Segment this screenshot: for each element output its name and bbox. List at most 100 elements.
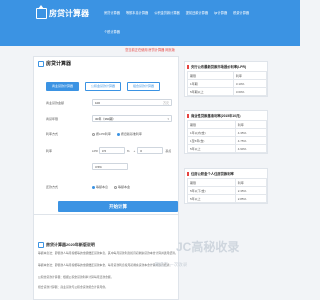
table-cell: 3.60% — [232, 87, 268, 96]
table-row: 1年以内(含) 4.35% — [187, 128, 268, 137]
table-row: 期限 利率 — [187, 120, 268, 129]
table-cell: 2.35% — [234, 186, 268, 195]
lpr-box: 央行公布最新贷款市场报价利率(LPR) 期限 利率 1年期 3.10% 5年期以上 3… — [184, 61, 268, 97]
row-rate: 利率 LPR 3.5 % + 0 基点 — [46, 147, 171, 154]
nav-item-3[interactable]: 公积金贷款计算器 — [154, 10, 180, 15]
table-row: 1至5年(含) 4.75% — [187, 136, 268, 145]
table-cell: 1年以内(含) — [187, 128, 236, 137]
watermark-slogan: 一键提交 一次收录 — [150, 262, 188, 267]
base-rate-table: 期限 利率 1年以内(含) 4.35% 1至5年(含) 4.75% 5年以上 4.90% — [187, 120, 268, 153]
table-cell: 利率 — [232, 71, 268, 80]
calculator-icon — [38, 242, 44, 248]
lpr-unit: % — [126, 148, 130, 153]
table-row: 5年以上 2.85% — [187, 194, 268, 203]
table-cell: 5年以上 — [187, 144, 236, 153]
term-value: 30年（360期） — [95, 117, 116, 121]
amount-label: 商业贷款金额 — [46, 100, 65, 105]
table-row: 5年以下(含) 2.35% — [187, 186, 268, 195]
table-row: 期限 利率 — [187, 71, 268, 80]
table-cell: 1至5年(含) — [187, 136, 236, 145]
base-rate-box: 商业性贷款基准利率(2015年10月) 期限 利率 1年以内(含) 4.35% 1至… — [184, 110, 268, 154]
info-paragraph: 等额本息法：即借款人每月按相等的金额偿还贷款本息，其中每月贷款利息按月初剩余贷款… — [38, 251, 178, 255]
radio-old-rate-label: 按旧版基准利率 — [120, 132, 142, 136]
calculator-icon — [38, 60, 44, 67]
tab-combined[interactable]: 组合贷款计算器 — [127, 82, 161, 91]
top-nav: 房贷计算器 等额本息计算器 公积金贷款计算器 提前还款计算器 lpr计算器 税费… — [104, 10, 249, 15]
radio-lpr-label: 按LPR利率 — [96, 132, 111, 136]
provident-rate-title-text: 住房公积金个人住房贷款利率 — [191, 172, 234, 176]
row-rate-mode: 利率方式 按LPR利率 按旧版基准利率 — [46, 132, 148, 136]
header: 房贷计算器 房贷计算器 等额本息计算器 公积金贷款计算器 提前还款计算器 lpr… — [0, 0, 300, 46]
house-icon — [36, 4, 47, 19]
table-cell: 5年以上 — [187, 194, 236, 203]
amount-input[interactable]: 100 万元 — [92, 99, 172, 106]
nav-item-tax[interactable]: 个税计算器 — [104, 30, 120, 34]
info-paragraph: 公积金贷款计算器：根据公积金贷款利率计算每月还款金额。 — [38, 275, 114, 279]
radio-equal-principal[interactable]: 等额本金 — [114, 185, 130, 189]
lpr-input[interactable]: 3.5 — [98, 147, 125, 154]
logo[interactable]: 房贷计算器 — [36, 4, 89, 19]
lpr-table: 期限 利率 1年期 3.10% 5年期以上 3.60% — [187, 71, 268, 96]
provident-rate-title: 住房公积金个人住房贷款利率 — [185, 169, 267, 178]
base-rate-title-text: 商业性贷款基准利率(2015年10月) — [191, 114, 241, 118]
nav-item-6[interactable]: 税费计算器 — [233, 10, 249, 15]
lpr-box-title-text: 央行公布最新贷款市场报价利率(LPR) — [191, 65, 246, 69]
nav-item-4[interactable]: 提前还款计算器 — [186, 10, 208, 15]
provident-rate-box: 住房公积金个人住房贷款利率 期限 利率 5年以下(含) 2.35% 5年以上 2.85… — [184, 168, 268, 204]
repay-method-label: 还款方式 — [46, 185, 59, 189]
table-cell: 期限 — [187, 120, 236, 129]
radio-lpr[interactable]: 按LPR利率 — [92, 132, 111, 136]
watermark-logo: JC高秘收录 — [176, 240, 240, 254]
table-cell: 4.35% — [234, 128, 268, 137]
table-cell: 3.10% — [232, 79, 268, 88]
radio-dot-icon — [114, 185, 118, 189]
term-label: 商贷年限 — [46, 116, 59, 121]
notice-text: 您当前正在使用 房贷计算器 网页版 — [125, 48, 175, 52]
table-cell: 4.75% — [234, 136, 268, 145]
title-bar-icon — [187, 171, 189, 176]
table-cell: 5年期以上 — [187, 87, 234, 96]
rate-result-value: 3.5% — [95, 165, 102, 169]
row-amount: 商业贷款金额 100 万元 — [46, 99, 172, 106]
row-rate-result: 3.5% — [46, 163, 128, 170]
bp-input[interactable]: 0 — [137, 147, 164, 154]
amount-value: 100 — [95, 101, 101, 105]
info-section: 房贷计算器2020年新版说明 等额本息法：即借款人每月按相等的金额偿还贷款本息，… — [33, 214, 179, 300]
base-rate-title: 商业性贷款基准利率(2015年10月) — [185, 111, 267, 120]
radio-equal-principal-label: 等额本金 — [118, 185, 131, 189]
panel-title-text: 房贷计算器 — [46, 61, 72, 67]
info-paragraph: 组合贷款计算器：商业贷款与公积金贷款组合计算月供。 — [38, 285, 108, 289]
title-bar-icon — [187, 113, 189, 118]
chevron-down-icon: ▾ — [167, 117, 169, 121]
calculate-button[interactable]: 开始计算 — [58, 201, 178, 212]
rate-result-input[interactable]: 3.5% — [92, 163, 128, 170]
radio-equal-installment-label: 等额本息 — [96, 185, 109, 189]
nav-item-2[interactable]: 等额本息计算器 — [126, 10, 148, 15]
term-select[interactable]: 30年（360期） ▾ — [92, 115, 172, 122]
top-nav-row2: 个税计算器 — [104, 29, 120, 34]
radio-old-rate[interactable]: 按旧版基准利率 — [116, 132, 142, 136]
table-cell: 2.85% — [234, 194, 268, 203]
tab-provident[interactable]: 公积金贷款计算器 — [85, 82, 122, 91]
logo-text: 房贷计算器 — [49, 8, 89, 18]
calculator-panel: 房贷计算器 商业贷款计算器 公积金贷款计算器 组合贷款计算器 商业贷款金额 10… — [33, 56, 179, 215]
row-term: 商贷年限 30年（360期） ▾ — [46, 115, 172, 122]
loan-type-tabs: 商业贷款计算器 公积金贷款计算器 组合贷款计算器 — [46, 82, 161, 91]
table-cell: 1年期 — [187, 79, 234, 88]
title-bar-icon — [187, 64, 189, 69]
provident-rate-table: 期限 利率 5年以下(含) 2.35% 5年以上 2.85% — [187, 178, 268, 203]
tab-commercial[interactable]: 商业贷款计算器 — [46, 82, 80, 91]
row-repay-method: 还款方式 等额本息 等额本金 — [46, 185, 136, 189]
radio-equal-installment[interactable]: 等额本息 — [92, 185, 108, 189]
lpr-tag: LPR — [92, 148, 98, 153]
nav-item-1[interactable]: 房贷计算器 — [104, 10, 120, 15]
table-cell: 利率 — [234, 120, 268, 129]
radio-dot-icon — [116, 132, 120, 136]
lpr-box-title: 央行公布最新贷款市场报价利率(LPR) — [185, 62, 267, 71]
table-row: 期限 利率 — [187, 178, 268, 187]
lpr-value: 3.5 — [101, 149, 107, 153]
nav-item-5[interactable]: lpr计算器 — [214, 10, 227, 15]
plus-sign: + — [133, 148, 136, 153]
radio-dot-icon — [92, 132, 95, 136]
info-title: 房贷计算器2020年新版说明 — [38, 242, 95, 248]
